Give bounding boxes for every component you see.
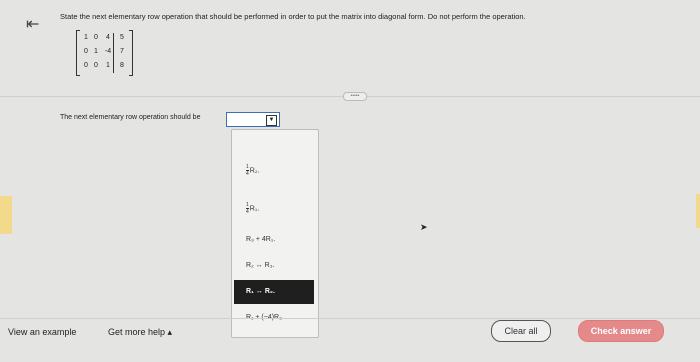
clear-all-button[interactable]: Clear all <box>491 320 551 342</box>
dropdown-option[interactable]: R₂ ↔ R₃. <box>246 262 275 269</box>
highlight-strip <box>696 194 700 228</box>
fraction: 14 <box>246 164 249 177</box>
matrix-cell: 1 <box>84 34 88 41</box>
matrix-cell: 4 <box>106 34 110 41</box>
question-text: State the next elementary row operation … <box>60 12 526 21</box>
dropdown-option[interactable]: R₃ + 4R₁. <box>246 236 275 243</box>
highlight-strip <box>0 196 12 234</box>
matrix-cell: 1 <box>106 62 110 69</box>
back-arrow-icon[interactable]: ⇤ <box>26 14 39 34</box>
dropdown-option[interactable]: 1 4 R₁. <box>246 202 259 215</box>
row-operation-dropdown: 1 4 R₂. 1 4 R₁. R₃ + 4R₁. R₂ ↔ R₃. R₁ ↔ R₂. … <box>231 129 319 338</box>
mouse-cursor-icon: ➤ <box>420 222 428 232</box>
dropdown-arrow-icon[interactable]: ▼ <box>266 115 277 126</box>
matrix-cell: 1 <box>94 48 98 55</box>
get-more-help-link[interactable]: Get more help ▴ <box>108 327 172 338</box>
view-example-link[interactable]: View an example <box>8 327 76 337</box>
matrix-cell: 8 <box>120 62 124 69</box>
matrix-cell: 0 <box>84 48 88 55</box>
matrix-cell: 5 <box>120 34 124 41</box>
matrix-cell: 0 <box>94 62 98 69</box>
matrix-cell: 0 <box>94 34 98 41</box>
answer-prompt-label: The next elementary row operation should… <box>60 114 201 121</box>
dropdown-option-selected[interactable]: R₁ ↔ R₂. <box>234 280 314 304</box>
dropdown-option[interactable]: 1 4 R₂. <box>246 164 260 177</box>
matrix-cell: 7 <box>120 48 124 55</box>
augmented-matrix: 1 0 4 5 0 1 -4 7 0 0 1 8 <box>76 30 133 76</box>
row-operation-select[interactable]: ▼ <box>226 112 280 127</box>
matrix-cell: -4 <box>104 48 112 55</box>
check-answer-button[interactable]: Check answer <box>578 320 664 342</box>
expand-more-pill[interactable]: ••••• <box>343 92 367 101</box>
footer-divider <box>0 318 700 319</box>
matrix-cell: 0 <box>84 62 88 69</box>
fraction: 14 <box>246 202 249 215</box>
augment-divider <box>113 33 114 73</box>
